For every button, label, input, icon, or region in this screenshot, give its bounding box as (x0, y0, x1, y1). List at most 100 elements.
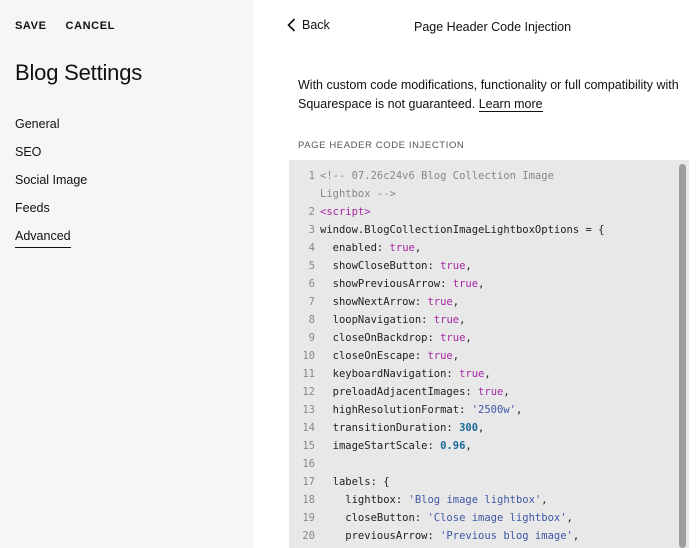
nav-item-social-image[interactable]: Social Image (15, 172, 87, 200)
code-text: transitionDuration: 300, (320, 419, 485, 437)
line-number: 8 (308, 314, 315, 326)
line-number: 12 (302, 386, 315, 398)
code-token: , (452, 296, 460, 308)
code-editor[interactable]: 1 <!-- 07.26c24v6 Blog Collection Image Li… (289, 160, 689, 548)
code-token: loopNavigation: (320, 314, 434, 326)
nav-item-label: Advanced (15, 229, 71, 248)
code-injection-panel: Back Page Header Code Injection With cus… (254, 0, 700, 548)
line-number: 20 (302, 530, 315, 542)
nav-item-advanced[interactable]: Advanced (15, 228, 87, 256)
code-line: 9 closeOnBackdrop: true, (289, 329, 669, 347)
code-token: 'Close image lightbox' (427, 512, 567, 524)
code-token: , (484, 368, 491, 380)
code-line: 17 labels: { (289, 473, 669, 491)
back-label: Back (302, 18, 330, 32)
code-token: true (433, 314, 460, 326)
code-token: true (440, 332, 466, 344)
code-token: <script> (320, 206, 371, 218)
code-token: window.BlogCollectionImageLightboxOption… (320, 224, 605, 236)
code-line: 10 closeOnEscape: true, (289, 347, 669, 365)
back-button[interactable]: Back (287, 18, 330, 32)
line-number: 3 (308, 224, 315, 236)
code-token: imageStartScale: (320, 440, 441, 452)
code-token: showNextArrow: (320, 296, 428, 308)
code-token: true (389, 242, 415, 254)
code-text: preloadAdjacentImages: true, (320, 383, 510, 401)
code-line: 18 lightbox: 'Blog image lightbox', (289, 491, 669, 509)
line-number (289, 185, 320, 203)
nav-item-feeds[interactable]: Feeds (15, 200, 87, 228)
code-token: '2500w' (471, 404, 516, 416)
code-text: showNextArrow: true, (320, 293, 459, 311)
line-number: 1 (308, 170, 315, 182)
line-number: 9 (308, 332, 315, 344)
code-token: transitionDuration: (320, 422, 460, 434)
code-token: 'Blog image lightbox' (408, 494, 542, 506)
code-line: 1 <!-- 07.26c24v6 Blog Collection Image (289, 167, 669, 185)
line-number: 19 (302, 512, 315, 524)
code-token: true (427, 350, 453, 362)
line-number: 16 (302, 458, 315, 470)
code-token: , (414, 242, 422, 254)
settings-nav: General SEO Social Image Feeds Advanced (15, 116, 87, 256)
code-line: 2 <script> (289, 203, 669, 221)
code-token: showPreviousArrow: (320, 278, 453, 290)
code-token: , (452, 350, 460, 362)
code-text: closeButton: 'Close image lightbox', (320, 509, 573, 527)
page-title: Blog Settings (15, 60, 143, 85)
code-line: 16 (289, 455, 669, 473)
code-line: 8 loopNavigation: true, (289, 311, 669, 329)
code-line: 7 showNextArrow: true, (289, 293, 669, 311)
code-text: closeOnBackdrop: true, (320, 329, 472, 347)
line-number: 11 (302, 368, 315, 380)
code-text: <!-- 07.26c24v6 Blog Collection Image (320, 167, 554, 185)
nav-item-label: SEO (15, 145, 42, 159)
code-line: 14 transitionDuration: 300, (289, 419, 669, 437)
nav-item-general[interactable]: General (15, 116, 87, 144)
code-token: preloadAdjacentImages: (320, 386, 479, 398)
code-line: 5 showCloseButton: true, (289, 257, 669, 275)
code-text: highResolutionFormat: '2500w', (320, 401, 523, 419)
code-line: 15 imageStartScale: 0.96, (289, 437, 669, 455)
line-number: 4 (308, 242, 315, 254)
code-text: loopNavigation: true, (320, 311, 466, 329)
code-text: closeOnEscape: true, (320, 347, 459, 365)
line-number: 15 (302, 440, 315, 452)
line-number: 18 (302, 494, 315, 506)
code-text: labels: { (320, 473, 390, 491)
code-token: true (459, 368, 485, 380)
cancel-button[interactable]: CANCEL (66, 20, 115, 32)
line-number: 6 (308, 278, 315, 290)
panel-header-title: Page Header Code Injection (414, 20, 572, 34)
code-token: keyboardNavigation: (320, 368, 460, 380)
notice-line-1: With custom code modifications, function… (298, 78, 679, 92)
code-text: lightbox: 'Blog image lightbox', (320, 491, 548, 509)
code-token: 300 (459, 422, 479, 434)
code-token: , (541, 494, 548, 506)
nav-item-seo[interactable]: SEO (15, 144, 87, 172)
learn-more-link[interactable]: Learn more (478, 97, 543, 112)
code-line: Lightbox --> (289, 185, 669, 203)
code-token: previousArrow: (320, 530, 441, 542)
code-token: highResolutionFormat: (320, 404, 472, 416)
code-line: 12 preloadAdjacentImages: true, (289, 383, 669, 401)
line-number: 7 (308, 296, 315, 308)
code-token: , (478, 422, 485, 434)
code-token: closeOnBackdrop: (320, 332, 441, 344)
code-token: , (465, 332, 472, 344)
code-token: Lightbox --> (320, 188, 396, 200)
line-number: 14 (302, 422, 315, 434)
code-line: 19 closeButton: 'Close image lightbox', (289, 509, 669, 527)
code-line: 11 keyboardNavigation: true, (289, 365, 669, 383)
scrollbar[interactable] (679, 164, 686, 548)
code-token: , (465, 260, 472, 272)
line-number: 2 (308, 206, 315, 218)
code-text: keyboardNavigation: true, (320, 365, 491, 383)
code-text: showPreviousArrow: true, (320, 275, 485, 293)
save-button[interactable]: SAVE (15, 20, 47, 32)
line-number: 13 (302, 404, 315, 416)
code-text: window.BlogCollectionImageLightboxOption… (320, 221, 604, 239)
code-line: 20 previousArrow: 'Previous blog image', (289, 527, 669, 545)
code-token: true (478, 386, 504, 398)
notice-line-2: Squarespace is not guaranteed. Learn mor… (298, 95, 698, 114)
